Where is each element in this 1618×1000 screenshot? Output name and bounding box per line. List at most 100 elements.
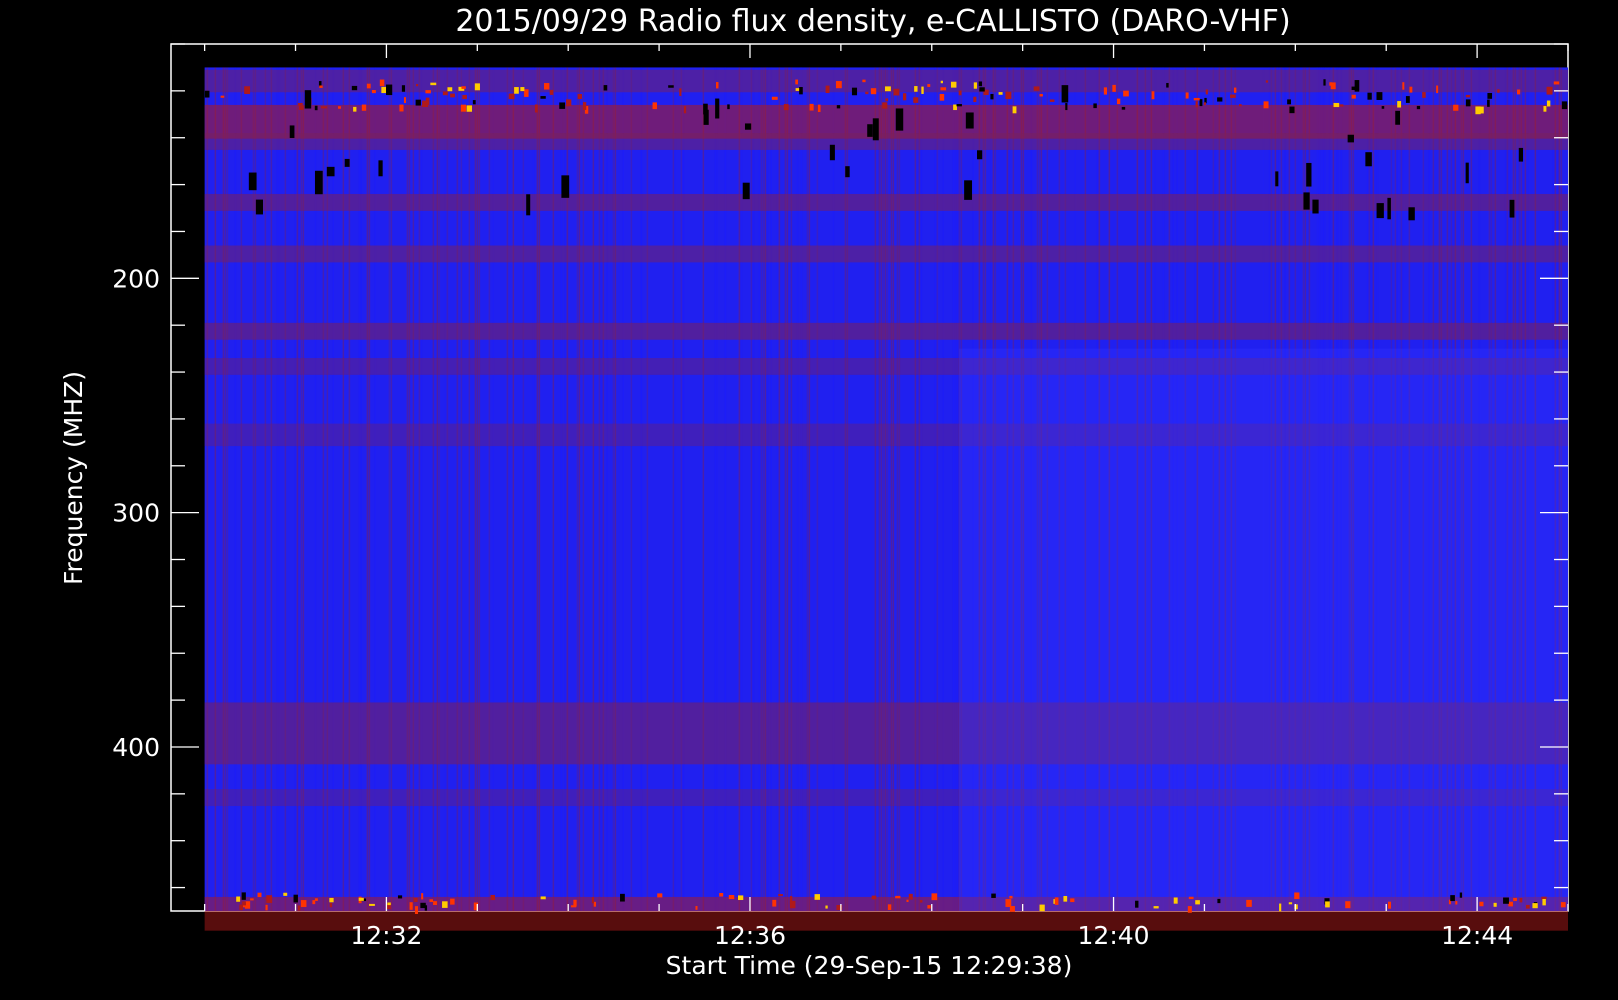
rfi-speck xyxy=(450,898,455,905)
rfi-speck xyxy=(1525,904,1530,909)
rfi-speck xyxy=(885,98,889,102)
rfi-speck xyxy=(1345,901,1351,909)
dropout-mark xyxy=(742,182,750,200)
dropout-mark xyxy=(385,84,393,96)
rfi-speck xyxy=(540,96,546,99)
rfi-speck xyxy=(320,106,327,109)
dropout-mark xyxy=(964,180,973,200)
rfi-speck xyxy=(1465,94,1470,98)
rfi-speck xyxy=(397,895,403,899)
dropout-mark xyxy=(1376,92,1383,100)
frequency-band xyxy=(204,133,1569,150)
rfi-speck xyxy=(1116,98,1121,105)
rfi-speck xyxy=(603,85,608,91)
rfi-speck xyxy=(430,82,437,86)
rfi-speck xyxy=(433,901,437,906)
rfi-speck xyxy=(204,90,210,98)
rfi-speck xyxy=(1063,895,1068,902)
rfi-speck xyxy=(514,87,519,94)
rfi-speck xyxy=(1459,892,1463,898)
spectrogram-chart: 2015/09/29 Radio flux density, e-CALLIST… xyxy=(59,4,1569,980)
dropout-mark xyxy=(255,199,263,215)
rfi-speck xyxy=(399,104,404,112)
dropout-mark xyxy=(867,124,873,137)
rfi-speck xyxy=(998,92,1003,95)
dropout-mark xyxy=(1387,197,1391,220)
rfi-speck xyxy=(450,93,455,98)
rfi-speck xyxy=(789,896,793,904)
rfi-speck xyxy=(472,100,476,105)
rfi-speck xyxy=(1199,99,1203,107)
rfi-speck xyxy=(447,87,453,92)
rfi-speck xyxy=(425,90,431,94)
dropout-mark xyxy=(977,150,983,160)
dropout-mark xyxy=(304,90,312,109)
rfi-speck xyxy=(1294,892,1300,899)
rfi-speck xyxy=(220,95,225,98)
rfi-speck xyxy=(544,83,550,90)
rfi-speck xyxy=(293,894,298,903)
rfi-speck xyxy=(1532,903,1538,909)
rfi-speck xyxy=(1325,901,1330,908)
rfi-speck xyxy=(283,892,288,896)
rfi-speck xyxy=(825,905,828,909)
rfi-speck xyxy=(814,894,820,900)
rfi-speck xyxy=(871,895,877,900)
rfi-speck xyxy=(549,89,554,95)
rfi-speck xyxy=(737,895,744,901)
dropout-mark xyxy=(715,98,720,119)
rfi-speck xyxy=(870,88,877,95)
rfi-speck xyxy=(559,102,566,109)
frequency-band xyxy=(204,245,1569,263)
rfi-speck xyxy=(442,91,448,96)
rfi-speck xyxy=(1188,896,1194,900)
dropout-mark xyxy=(344,158,350,167)
rfi-speck xyxy=(366,83,371,89)
dropout-mark xyxy=(326,166,335,177)
rfi-speck xyxy=(1405,96,1410,103)
rfi-speck xyxy=(1416,105,1421,110)
rfi-speck xyxy=(314,898,318,901)
rfi-speck xyxy=(319,85,323,88)
rfi-speck xyxy=(1005,899,1012,907)
rfi-speck xyxy=(1173,897,1178,904)
rfi-speck xyxy=(297,905,301,911)
rfi-speck xyxy=(1151,91,1155,100)
rfi-speck xyxy=(371,89,376,94)
rfi-speck xyxy=(314,105,318,111)
rfi-speck xyxy=(1508,901,1513,907)
rfi-speck xyxy=(958,90,962,96)
rfi-speck xyxy=(683,106,687,114)
rfi-speck xyxy=(1561,101,1568,110)
rfi-speck xyxy=(490,894,496,901)
rfi-speck xyxy=(927,905,931,909)
rfi-speck xyxy=(442,901,448,908)
dropout-mark xyxy=(1061,85,1069,103)
rfi-speck xyxy=(956,104,962,107)
y-tick-label: 200 xyxy=(112,264,160,293)
rfi-speck xyxy=(1121,106,1126,110)
rfi-speck xyxy=(887,904,892,910)
dropout-mark xyxy=(561,175,570,198)
rfi-speck xyxy=(351,85,358,91)
rfi-speck xyxy=(1450,895,1455,902)
rfi-speck xyxy=(415,99,421,106)
rfi-speck xyxy=(914,86,918,92)
x-tick-label: 12:44 xyxy=(1441,921,1513,950)
rfi-speck xyxy=(422,100,429,108)
rfi-speck xyxy=(1065,103,1068,111)
rfi-speck xyxy=(1230,94,1236,98)
rfi-speck xyxy=(1112,84,1116,92)
rfi-speck xyxy=(329,897,334,903)
rfi-speck xyxy=(1333,102,1340,108)
rfi-speck xyxy=(978,81,983,87)
rfi-speck xyxy=(1103,87,1107,95)
rfi-speck xyxy=(416,84,419,87)
rfi-speck xyxy=(719,892,724,897)
rfi-speck xyxy=(1455,901,1458,905)
rfi-speck xyxy=(950,81,957,88)
rfi-speck xyxy=(524,89,529,97)
rfi-speck xyxy=(865,91,869,95)
rfi-speck xyxy=(1453,104,1459,111)
rfi-speck xyxy=(893,88,900,96)
